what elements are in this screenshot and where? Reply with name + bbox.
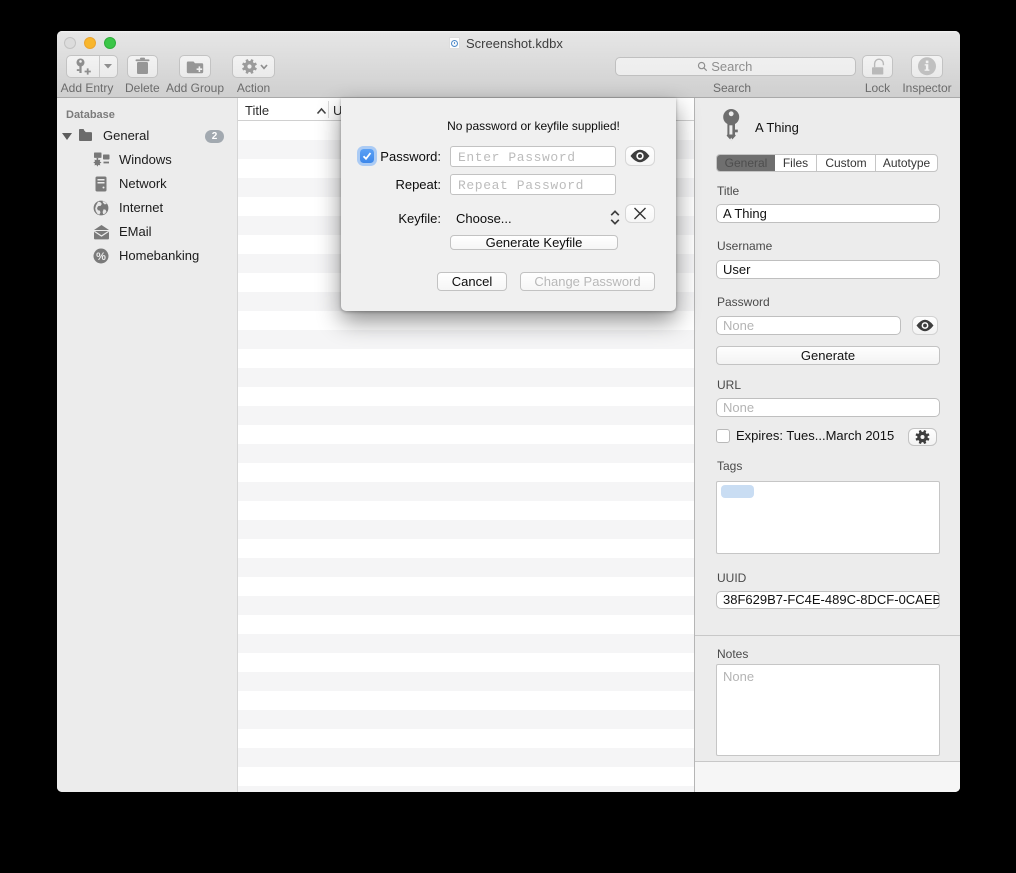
svg-text:%: % xyxy=(96,251,106,263)
